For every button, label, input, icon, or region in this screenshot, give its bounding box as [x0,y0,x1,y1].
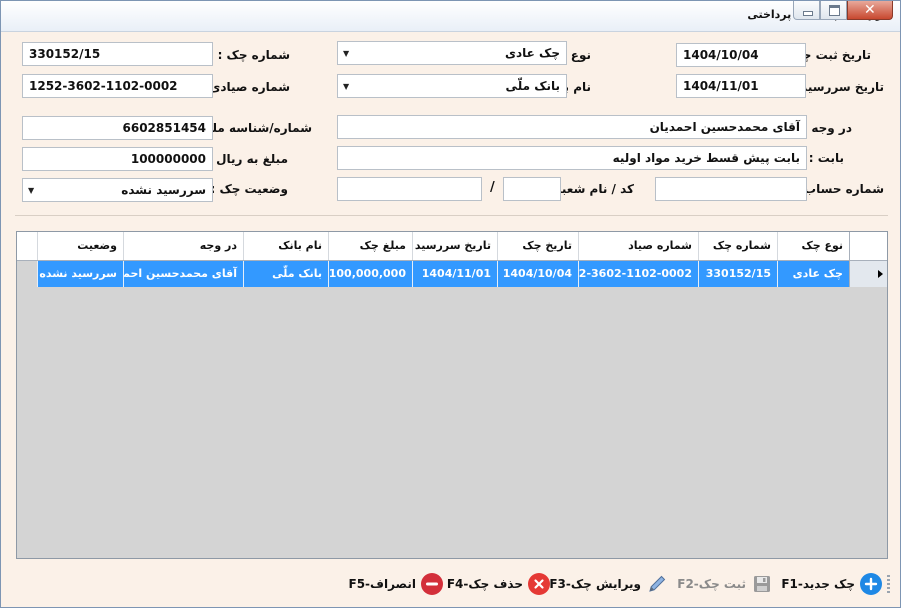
cancel-label: انصراف-F5 [348,577,417,591]
description-label: بابت : [808,151,844,165]
column-header[interactable]: شماره چک [698,232,777,260]
branch-code-field[interactable] [503,177,561,201]
sayad-number-label: شماره صیادی : [200,80,290,94]
new-check-label: چک جدید-F1 [781,577,855,591]
amount-field[interactable]: 100000000 [22,147,213,171]
minimize-button[interactable] [793,1,820,20]
close-button[interactable]: ✕ [847,1,893,20]
column-header[interactable]: شماره صیاد [578,232,698,260]
check-type-select[interactable]: چک عادی ▼ [337,41,567,65]
check-number-label: شماره چک : [217,48,290,62]
save-check-button[interactable]: ثبت چک-F2 [677,571,773,597]
maximize-button[interactable] [820,1,847,20]
bottom-toolbar: چک جدید-F1 ثبت چک-F2 ویرایش چک-F3 حذف چک… [1,565,900,607]
check-form-window: فرم ثبت چک های پرداختی ✕ تاریخ ثبت چک : … [0,0,901,608]
table-cell[interactable]: آقای محمدحسین احمدیان [123,261,243,287]
minus-icon [421,573,443,595]
table-cell[interactable]: 1404/11/01 [412,261,497,287]
column-header[interactable]: تاریخ چک [497,232,578,260]
row-header-corner [849,232,887,260]
table-cell[interactable]: بانک ملّی [243,261,328,287]
delete-icon [528,573,550,595]
sayad-number-field[interactable]: 1252-3602-1102-0002 [22,74,213,98]
edit-check-button[interactable]: ویرایش چک-F3 [549,571,668,597]
chevron-down-icon: ▼ [343,49,350,58]
grid-header: نوع چک شماره چک شماره صیاد تاریخ چک تاری… [17,232,887,261]
title-bar: فرم ثبت چک های پرداختی ✕ [1,1,900,32]
bank-name-select[interactable]: بانک ملّی ▼ [337,74,567,98]
table-cell[interactable]: 1404/10/04 [497,261,578,287]
table-cell[interactable]: چک عادی [777,261,849,287]
account-number-label: شماره حساب : [795,182,884,196]
save-icon [751,573,773,595]
save-check-label: ثبت چک-F2 [677,577,746,591]
chevron-down-icon: ▼ [28,186,35,195]
branch-separator: / [490,180,495,195]
add-icon [860,573,882,595]
payee-label: در وجه : [802,121,852,135]
row-selector-arrow-icon[interactable] [849,261,887,287]
description-field[interactable]: بابت پیش قسط خرید مواد اولیه [337,146,807,170]
check-number-field[interactable]: 330152/15 [22,42,213,66]
check-status-label: وضعیت چک : [210,182,288,196]
toolbar-grip[interactable] [887,575,890,593]
table-cell[interactable]: 100,000,000 [328,261,412,287]
national-id-field[interactable]: 6602851454 [22,116,213,140]
check-status-select[interactable]: سررسید نشده ▼ [22,178,213,202]
check-status-value: سررسید نشده [121,183,206,197]
new-check-button[interactable]: چک جدید-F1 [781,571,882,597]
chevron-down-icon: ▼ [343,82,350,91]
payee-field[interactable]: آقای محمدحسین احمدیان [337,115,807,139]
column-header[interactable]: وضعیت [37,232,123,260]
edit-check-label: ویرایش چک-F3 [549,577,641,591]
column-header[interactable]: در وجه [123,232,243,260]
checks-grid[interactable]: نوع چک شماره چک شماره صیاد تاریخ چک تاری… [16,231,888,559]
column-header[interactable]: مبلغ چک [328,232,412,260]
table-row[interactable]: چک عادی 330152/15 1252-3602-1102-0002 14… [17,261,887,287]
register-date-field[interactable]: 1404/10/04 [676,43,806,67]
close-icon: ✕ [864,2,876,18]
table-cell[interactable]: 1252-3602-1102-0002 [578,261,698,287]
cancel-button[interactable]: انصراف-F5 [348,571,443,597]
pencil-icon [646,573,668,595]
table-cell[interactable]: سررسید نشده [37,261,123,287]
account-number-field[interactable] [655,177,807,201]
branch-name-field[interactable] [337,177,482,201]
delete-check-button[interactable]: حذف چک-F4 [447,571,550,597]
column-header[interactable]: تاریخ سررسید [412,232,497,260]
table-cell[interactable]: 330152/15 [698,261,777,287]
amount-label: مبلغ به ریال : [207,152,288,166]
column-header[interactable]: نام بانک [243,232,328,260]
delete-check-label: حذف چک-F4 [446,577,523,591]
check-type-value: چک عادی [505,46,560,60]
form-separator [15,215,888,216]
column-header[interactable]: نوع چک [777,232,849,260]
due-date-field[interactable]: 1404/11/01 [676,74,806,98]
bank-name-value: بانک ملّی [505,79,560,93]
